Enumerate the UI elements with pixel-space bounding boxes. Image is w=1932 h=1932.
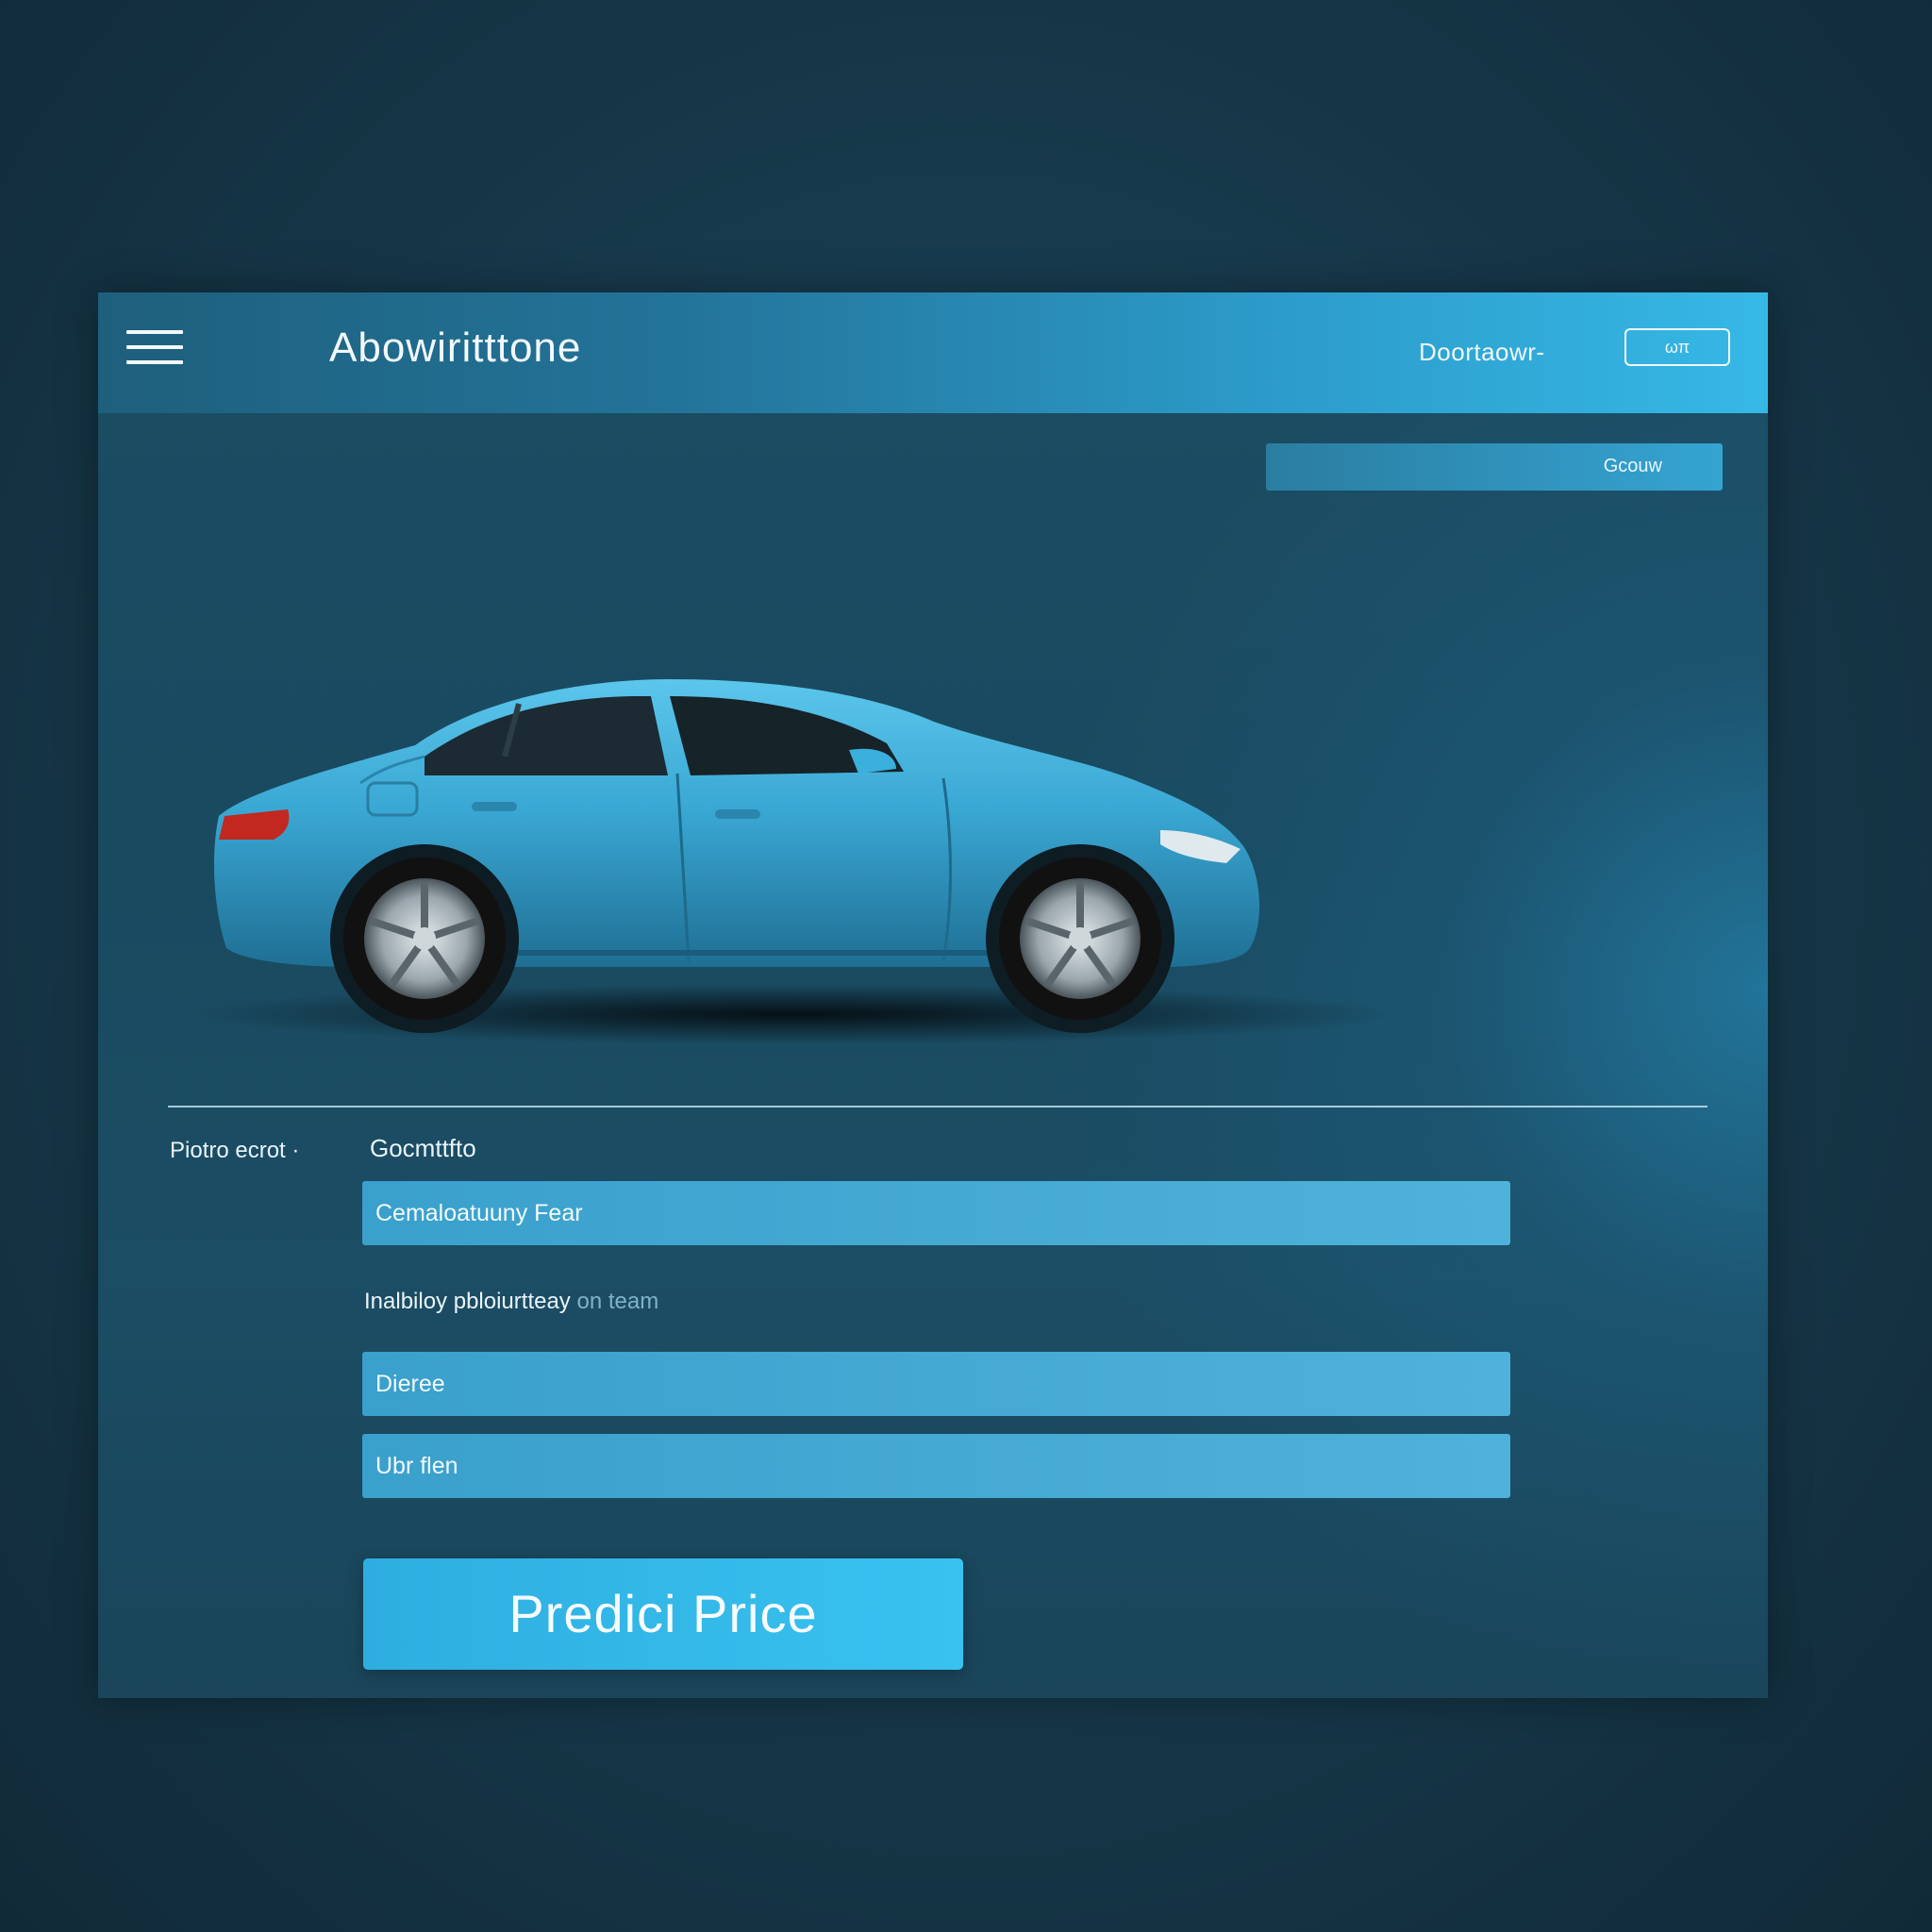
field-label-2-muted: on team [576, 1289, 659, 1314]
field-label-1: Gocmttfto [370, 1134, 476, 1162]
search-bar[interactable]: Gcouw [1266, 443, 1723, 491]
input-field-2[interactable]: Dieree [362, 1352, 1510, 1416]
predict-price-button[interactable]: Predici Price [363, 1558, 963, 1670]
hamburger-icon[interactable] [126, 330, 183, 368]
brand-title: Abowiritttone [329, 325, 582, 371]
search-bar-label: Gcouw [1603, 456, 1662, 476]
car-image [142, 651, 1434, 1066]
input-field-1[interactable]: Cemaloatuuny Fear [362, 1181, 1510, 1245]
nav-button[interactable]: ωπ [1624, 328, 1730, 366]
nav-link[interactable]: Doortaowr- [1419, 338, 1545, 367]
field-label-2: Inalbiloy pbloiurtteay on team [364, 1289, 658, 1315]
side-label: Piotro ecrot · [170, 1138, 300, 1163]
input-field-3[interactable]: Ubr flen [362, 1434, 1510, 1498]
section-divider [168, 1106, 1707, 1108]
field-label-2-text: Inalbiloy pbloiurtteay [364, 1289, 571, 1314]
top-navbar: Abowiritttone Doortaowr- ωπ [98, 292, 1768, 413]
